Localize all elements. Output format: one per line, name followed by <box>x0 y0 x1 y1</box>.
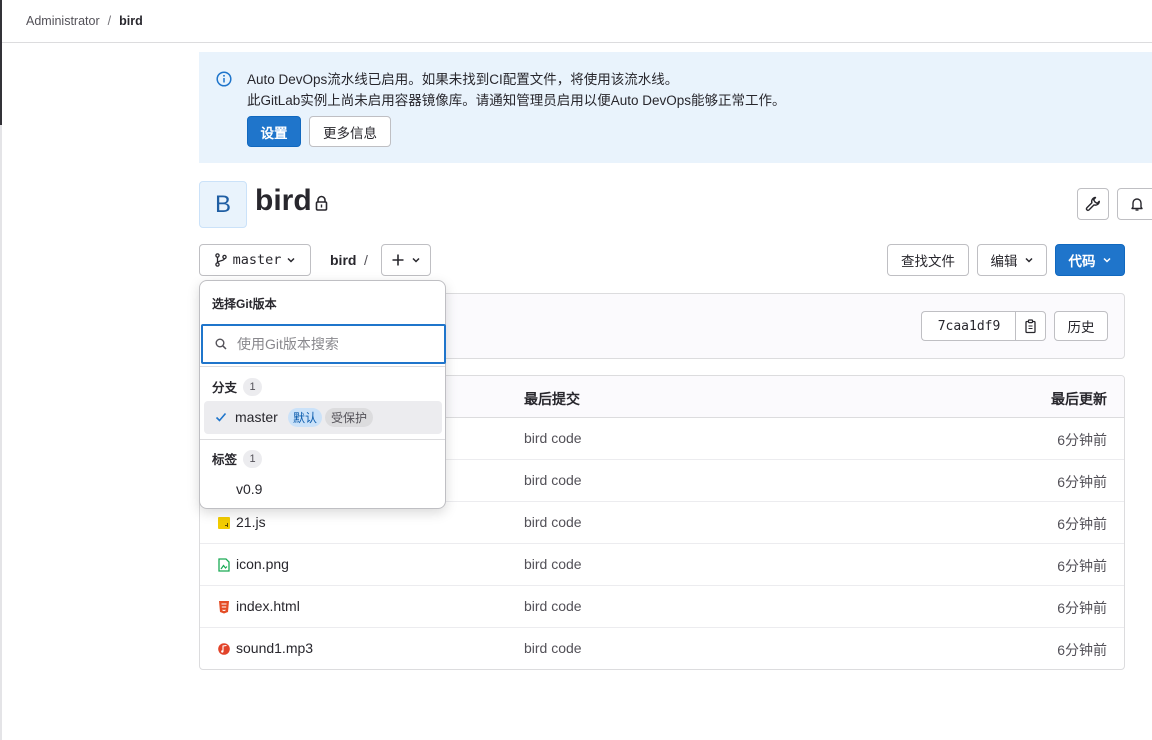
js-file-icon <box>218 517 230 529</box>
repo-path-root[interactable]: bird <box>330 252 356 268</box>
code-dropdown-button[interactable]: 代码 <box>1055 244 1125 276</box>
file-last-update: 6分钟前 <box>1057 516 1107 532</box>
edit-button-label: 编辑 <box>990 254 1018 269</box>
code-button-label: 代码 <box>1068 254 1096 269</box>
breadcrumb-separator: / <box>107 14 112 28</box>
copy-icon <box>1024 318 1036 333</box>
alert-message-line1: Auto DevOps流水线已启用。如果未找到CI配置文件，将使用该流水线。 <box>247 72 679 87</box>
breadcrumb: Administrator / bird <box>2 0 1152 43</box>
chevron-down-icon <box>412 257 420 263</box>
tag-option-v0-9[interactable]: v0.9 <box>236 481 262 497</box>
file-last-update: 6分钟前 <box>1057 558 1107 574</box>
file-last-update: 6分钟前 <box>1057 474 1107 490</box>
branch-selector-button[interactable]: master <box>199 244 311 276</box>
find-file-button[interactable]: 查找文件 <box>887 244 969 276</box>
branches-count-badge: 1 <box>243 377 263 396</box>
history-button[interactable]: 历史 <box>1054 311 1108 341</box>
repo-path-separator: / <box>364 252 368 268</box>
commit-sha-button[interactable]: 7caa1df9 <box>921 311 1016 341</box>
branch-option-label: master <box>235 409 278 425</box>
branch-icon <box>214 253 227 267</box>
settings-button[interactable]: 设置 <box>247 116 301 147</box>
table-row[interactable]: sound1.mp3 bird code 6分钟前 <box>200 628 1124 669</box>
search-icon <box>215 338 227 350</box>
bell-icon <box>1131 198 1143 211</box>
file-name[interactable]: sound1.mp3 <box>236 640 313 656</box>
ref-search-box[interactable] <box>201 324 446 364</box>
info-icon <box>216 71 232 87</box>
file-last-update: 6分钟前 <box>1057 432 1107 448</box>
check-icon <box>215 412 227 422</box>
notifications-button[interactable] <box>1117 188 1152 220</box>
chevron-down-icon <box>287 257 295 263</box>
table-row[interactable]: index.html bird code 6分钟前 <box>200 586 1124 628</box>
protected-badge: 受保护 <box>325 408 374 427</box>
lock-icon <box>315 195 328 211</box>
copy-sha-button[interactable] <box>1015 311 1046 341</box>
alert-message-line2: 此GitLab实例上尚未启用容器镜像库。请通知管理员启用以便Auto DevOp… <box>247 93 786 108</box>
image-file-icon <box>218 558 230 572</box>
dropdown-divider <box>200 366 445 367</box>
dropdown-divider <box>200 439 445 440</box>
audio-file-icon <box>218 643 230 655</box>
header-last-update: 最后更新 <box>1051 391 1107 407</box>
branch-selector-label: master <box>232 252 282 268</box>
ref-search-input[interactable] <box>237 336 427 352</box>
branches-label: 分支 <box>212 381 238 395</box>
tags-group-header: 标签 1 <box>212 449 263 468</box>
breadcrumb-current[interactable]: bird <box>119 14 143 28</box>
file-last-commit[interactable]: bird code <box>524 598 582 614</box>
file-last-commit[interactable]: bird code <box>524 514 582 530</box>
file-name[interactable]: index.html <box>236 598 300 614</box>
page-title: bird <box>255 184 312 217</box>
file-name[interactable]: icon.png <box>236 556 289 572</box>
branch-option-master[interactable]: master 默认 受保护 <box>204 401 442 434</box>
html-file-icon <box>219 601 229 614</box>
project-avatar: B <box>199 181 247 228</box>
tags-label: 标签 <box>212 453 238 467</box>
file-name[interactable]: 21.js <box>236 514 266 530</box>
ref-selector-dropdown: 选择Git版本 分支 1 master 默认 受保护 标签 1 v0.9 <box>199 280 446 509</box>
breadcrumb-parent[interactable]: Administrator <box>26 14 100 28</box>
auto-devops-alert: Auto DevOps流水线已启用。如果未找到CI配置文件，将使用该流水线。 此… <box>199 52 1152 163</box>
file-last-commit[interactable]: bird code <box>524 472 582 488</box>
edit-dropdown-button[interactable]: 编辑 <box>977 244 1047 276</box>
settings-wrench-button[interactable] <box>1077 188 1109 220</box>
table-row[interactable]: icon.png bird code 6分钟前 <box>200 544 1124 586</box>
plus-icon <box>392 254 404 266</box>
branches-group-header: 分支 1 <box>212 377 263 396</box>
file-last-update: 6分钟前 <box>1057 642 1107 658</box>
add-to-tree-button[interactable] <box>381 244 431 276</box>
chevron-down-icon <box>1024 257 1033 263</box>
file-last-commit[interactable]: bird code <box>524 556 582 572</box>
wrench-icon <box>1085 196 1100 211</box>
file-last-commit[interactable]: bird code <box>524 430 582 446</box>
more-info-button[interactable]: 更多信息 <box>309 116 391 147</box>
chevron-down-icon <box>1102 257 1111 263</box>
header-last-commit: 最后提交 <box>524 391 580 407</box>
tags-count-badge: 1 <box>243 449 263 468</box>
file-last-commit[interactable]: bird code <box>524 640 582 656</box>
file-last-update: 6分钟前 <box>1057 600 1107 616</box>
default-badge: 默认 <box>288 408 323 427</box>
dropdown-title: 选择Git版本 <box>212 297 277 311</box>
